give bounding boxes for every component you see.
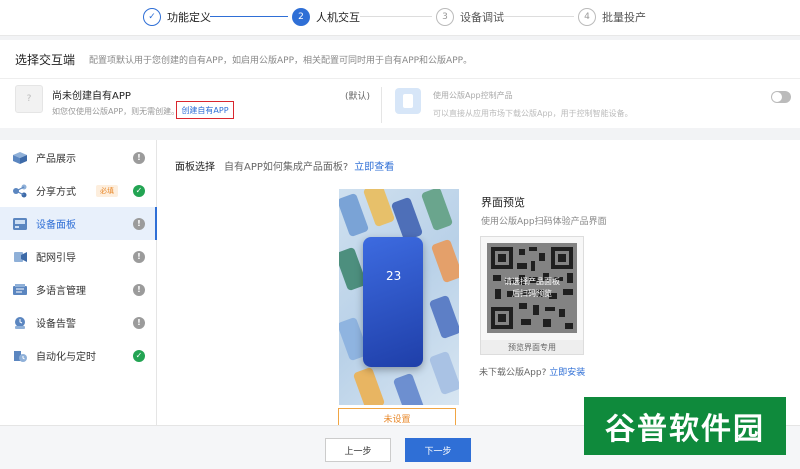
step-1[interactable]: ✓ 功能定义 [143,6,211,28]
sidebar-item-product-display[interactable]: 产品展示 ! [0,141,157,174]
step-number: 4 [578,8,596,26]
warning-icon: ! [133,316,145,329]
cube-icon [13,151,27,164]
step-label: 设备调试 [460,11,504,24]
step-label: 人机交互 [316,11,360,24]
panel-title: 面板选择 [175,162,215,173]
panel-preview-image: 23 [339,189,459,405]
create-own-app-link[interactable]: 创建自有APP [176,101,234,119]
preview-subtitle: 使用公版App扫码体验产品界面 [481,217,607,227]
own-app-subtitle: 如您仅使用公版APP，则无需创建。 [52,107,180,116]
sidebar: 产品展示 ! 分享方式 必填 ✓ 设备面板 ! 配网引导 ! 多语言管理 ! 设… [0,140,157,425]
sidebar-item-label: 多语言管理 [36,286,86,297]
required-badge: 必填 [96,184,118,197]
install-now-link[interactable]: 立即安装 [549,368,585,378]
sidebar-item-network-guide[interactable]: 配网引导 ! [0,240,157,273]
section-header: 选择交互端 配置项默认用于您创建的自有APP，如启用公版APP，相关配置可同时用… [0,40,800,78]
watermark-text: 谷普软件园 [605,412,765,447]
step-number: 3 [436,8,454,26]
page: ✓ 功能定义 2 人机交互 3 设备调试 4 批量投产 选择交互端 配置项默认用… [0,0,800,469]
section-title: 选择交互端 [15,52,76,67]
alarm-icon [15,316,25,329]
own-app-title: 尚未创建自有APP [52,91,131,102]
check-icon: ✓ [133,184,145,197]
step-2[interactable]: 2 人机交互 [292,6,360,28]
warning-icon: ! [133,151,145,164]
sidebar-item-label: 产品展示 [36,154,76,165]
main-content: 面板选择 自有APP如何集成产品面板? 立即查看 23 未设置 界面预览 使用公… [157,140,800,428]
toggle-knob [772,92,782,102]
panel-header: 面板选择 自有APP如何集成产品面板? 立即查看 [175,158,394,173]
no-download-text: 未下载公版App? [479,368,547,378]
qr-caption: 预览界面专用 [481,340,583,354]
app-selection-row: ? 尚未创建自有APP 如您仅使用公版APP，则无需创建。 (默认) 使用公版A… [0,78,800,128]
sidebar-item-label: 设备面板 [36,220,76,231]
sidebar-item-automation[interactable]: 自动化与定时 ✓ [0,339,157,372]
panel-question: 自有APP如何集成产品面板? [224,162,349,173]
language-icon [13,283,27,295]
qr-code-box: 请选择产品面板 后扫码预览 预览界面专用 [480,236,584,355]
sidebar-item-device-panel[interactable]: 设备面板 ! [0,207,157,240]
previous-button[interactable]: 上一步 [325,438,391,462]
step-3[interactable]: 3 设备调试 [436,6,504,28]
phone-temperature: 23 [386,269,402,283]
sidebar-item-share[interactable]: 分享方式 必填 ✓ [0,174,157,207]
placeholder-app-icon: ? [15,85,43,113]
watermark-logo: 谷普软件园 [584,397,786,455]
step-label: 批量投产 [602,11,646,24]
panel-icon [13,217,27,230]
step-bar: ✓ 功能定义 2 人机交互 3 设备调试 4 批量投产 [0,0,800,36]
step-connector [210,16,288,17]
warning-icon: ! [133,217,145,230]
public-app-toggle[interactable] [771,91,791,103]
qr-overlay: 请选择产品面板 后扫码预览 [487,243,577,333]
warning-icon: ! [133,283,145,296]
step-4[interactable]: 4 批量投产 [578,6,646,28]
public-app-subtitle: 可以直接从应用市场下载公版App，用于控制智能设备。 [433,109,633,118]
check-icon: ✓ [133,349,145,362]
sidebar-item-label: 自动化与定时 [36,352,96,363]
check-icon: ✓ [143,8,161,26]
step-connector [360,16,432,17]
sidebar-item-label: 分享方式 [36,187,76,198]
warning-icon: ! [133,250,145,263]
automation-icon [14,350,27,362]
default-tag: (默认) [345,92,371,102]
qr-overlay-line: 后扫码预览 [512,289,552,298]
step-label: 功能定义 [167,11,211,24]
network-icon [14,251,27,262]
step-connector [502,16,574,17]
sidebar-item-multilanguage[interactable]: 多语言管理 ! [0,273,157,306]
step-number: 2 [292,8,310,26]
divider [381,87,382,123]
public-app-title: 使用公版App控制产品 [433,91,513,100]
share-icon [13,184,27,197]
no-download-hint: 未下载公版App? 立即安装 [479,365,585,378]
view-now-link[interactable]: 立即查看 [354,158,394,173]
preview-title: 界面预览 [481,196,525,209]
qr-overlay-line: 请选择产品面板 [504,277,560,286]
section-description: 配置项默认用于您创建的自有APP，如启用公版APP，相关配置可同时用于自有APP… [89,55,473,66]
next-button[interactable]: 下一步 [405,438,471,462]
sidebar-item-label: 配网引导 [36,253,76,264]
sidebar-item-device-alarm[interactable]: 设备告警 ! [0,306,157,339]
phone-mockup: 23 [363,237,423,367]
sidebar-item-label: 设备告警 [36,319,76,330]
phone-icon [395,88,421,114]
